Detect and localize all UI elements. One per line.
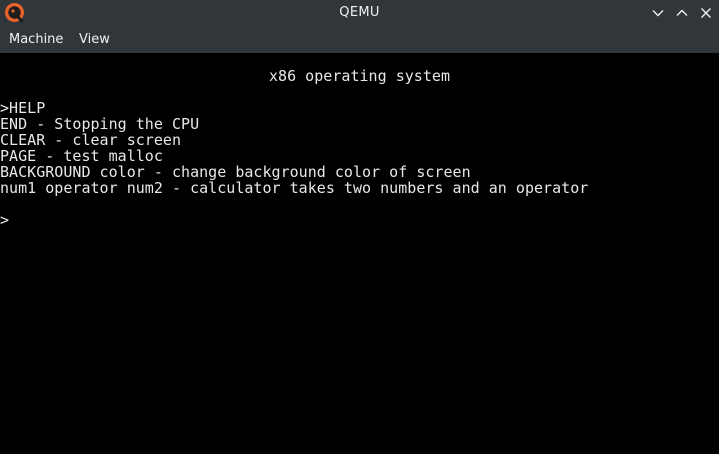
title-bar[interactable]: QEMU	[0, 0, 719, 26]
console-line: num1 operator num2 - calculator takes tw…	[0, 179, 589, 197]
menu-bar: Machine View	[0, 26, 719, 53]
console-line: CLEAR - clear screen	[0, 131, 182, 149]
os-heading: x86 operating system	[268, 67, 450, 85]
console-prompt: >	[0, 211, 10, 229]
console-line: BACKGROUND color - change background col…	[0, 163, 471, 181]
maximize-button[interactable]	[673, 4, 691, 22]
qemu-logo-icon	[4, 2, 25, 23]
console-line: PAGE - test malloc	[0, 147, 163, 165]
close-button[interactable]	[697, 4, 715, 22]
chevron-up-icon	[676, 9, 688, 16]
window-title: QEMU	[339, 5, 380, 20]
chevron-down-icon	[652, 10, 664, 17]
console-line: END - Stopping the CPU	[0, 115, 200, 133]
vm-display[interactable]: x86 operating system >HELP END - Stoppin…	[0, 53, 719, 454]
minimize-button[interactable]	[649, 4, 667, 22]
qemu-window: QEMU Machine View x86 operating system >…	[0, 0, 719, 454]
menu-machine[interactable]: Machine	[9, 26, 63, 53]
menu-view[interactable]: View	[79, 26, 110, 53]
console-line: >HELP	[0, 99, 46, 117]
close-icon	[701, 8, 711, 18]
